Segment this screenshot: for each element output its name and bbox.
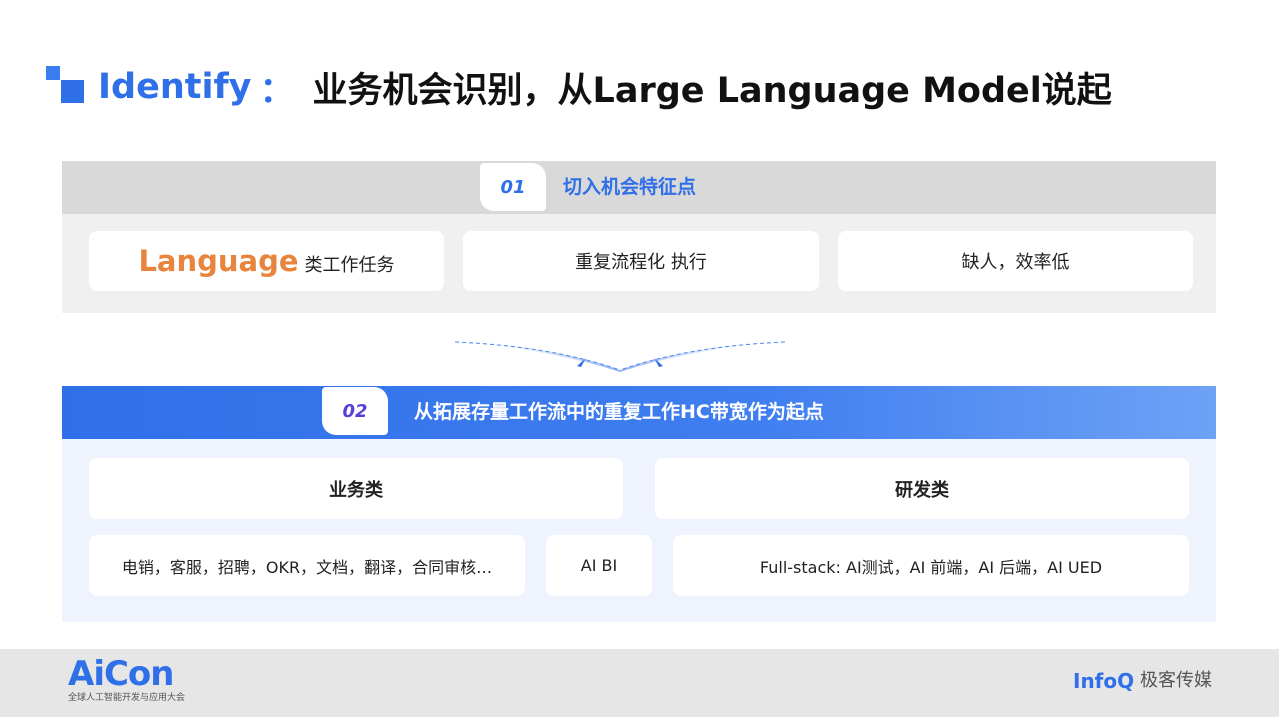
card-staff-shortage: 缺人，效率低	[838, 231, 1193, 291]
card-business-category: 业务类	[89, 458, 623, 519]
title-square-large	[61, 80, 84, 103]
title-chinese: 业务机会识别，从Large Language Model说起	[312, 70, 1112, 111]
aicon-logo: AiCon	[68, 654, 174, 694]
card-fullstack: Full-stack: AI测试，AI 前端，AI 后端，AI UED	[673, 535, 1189, 596]
section2-heading: 从拓展存量工作流中的重复工作HC带宽作为起点	[414, 401, 824, 423]
section1-heading: 切入机会特征点	[563, 176, 697, 198]
card-rd-category: 研发类	[655, 458, 1189, 519]
title-square-small	[46, 66, 60, 80]
title-colon: ：	[259, 70, 295, 111]
down-arrow-icon	[454, 341, 786, 372]
aicon-subtitle: 全球人工智能开发与应用大会	[68, 693, 186, 703]
title-english: Identify	[98, 67, 252, 107]
language-word: Language	[138, 244, 299, 278]
card-business-items: 电销，客服，招聘，OKR，文档，翻译，合同审核…	[89, 535, 525, 596]
infoq-chinese-name: 极客传媒	[1140, 670, 1212, 691]
language-suffix: 类工作任务	[304, 255, 395, 276]
section1-number-tab: 01	[480, 163, 546, 211]
card-ai-bi: AI BI	[546, 535, 652, 596]
card-repeat-process: 重复流程化 执行	[463, 231, 819, 291]
card-language-tasks: Language 类工作任务	[89, 231, 444, 291]
infoq-logo: InfoQ	[1073, 669, 1135, 693]
section2-number-tab: 02	[322, 387, 388, 435]
page-title: Identify ： 业务机会识别，从Large Language Model说…	[98, 62, 1112, 112]
